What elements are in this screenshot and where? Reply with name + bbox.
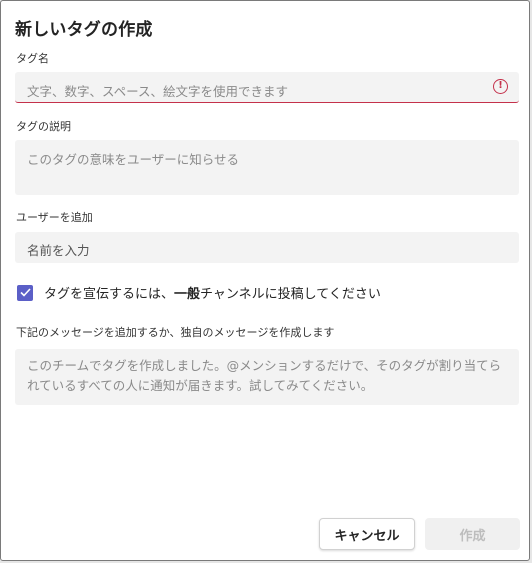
tag-description-field xyxy=(15,140,519,195)
announce-checkbox-label: タグを宣伝するには、一般チャンネルに投稿してください xyxy=(44,287,381,302)
message-field: このチームでタグを作成しました。@メンションするだけで、そのタグが割り当てられて… xyxy=(15,349,519,405)
tag-name-input[interactable] xyxy=(15,72,519,102)
checkmark-icon xyxy=(19,288,31,297)
dialog-title: 新しいタグの作成 xyxy=(15,20,153,40)
create-tag-dialog: 新しいタグの作成 タグ名 ! タグの説明 ユーザーを追加 タグを宣伝するには、一… xyxy=(0,0,530,561)
tag-name-field: ! xyxy=(15,72,519,103)
tag-description-label: タグの説明 xyxy=(16,120,71,133)
add-users-field xyxy=(15,232,519,263)
error-circle-icon: ! xyxy=(493,79,508,94)
add-users-label: ユーザーを追加 xyxy=(16,211,93,224)
tag-description-input[interactable] xyxy=(15,140,519,195)
create-button[interactable]: 作成 xyxy=(425,518,520,550)
message-input[interactable]: このチームでタグを作成しました。@メンションするだけで、そのタグが割り当てられて… xyxy=(15,349,519,405)
tag-name-label: タグ名 xyxy=(16,52,49,65)
cancel-button[interactable]: キャンセル xyxy=(319,518,415,550)
add-users-input[interactable] xyxy=(15,232,519,262)
message-label: 下記のメッセージを追加するか、独自のメッセージを作成します xyxy=(16,326,335,339)
announce-checkbox-row[interactable]: タグを宣伝するには、一般チャンネルに投稿してください xyxy=(17,283,381,302)
announce-checkbox[interactable] xyxy=(17,284,33,301)
